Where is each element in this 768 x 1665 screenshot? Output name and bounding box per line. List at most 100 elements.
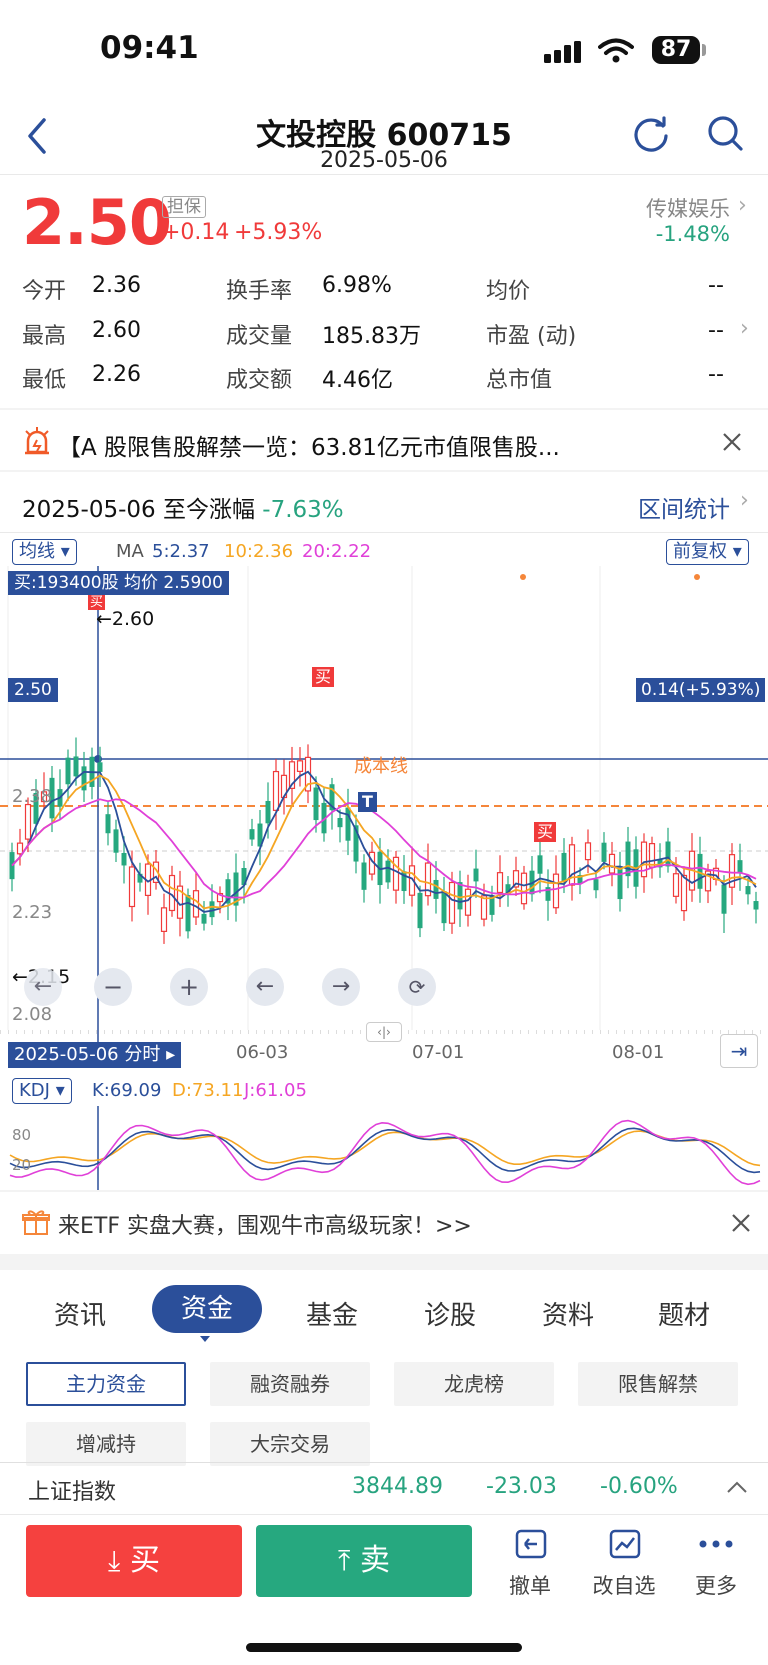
y-axis-label: 2.08: [12, 1004, 53, 1025]
cancel-order-icon: [515, 1529, 547, 1559]
refresh-icon[interactable]: [632, 116, 670, 154]
search-icon[interactable]: [706, 114, 746, 154]
candle-body: [296, 760, 304, 772]
event-dot: [694, 574, 700, 580]
buy-label: 买: [129, 1543, 160, 1578]
candle-body: [185, 895, 191, 932]
kdj-k-value: K:69.09: [92, 1080, 162, 1101]
sector-chevron-icon[interactable]: ›: [738, 193, 747, 218]
stat-label: 成交量: [226, 324, 293, 349]
candle-body: [457, 882, 463, 910]
zoom-out-button[interactable]: −: [94, 968, 132, 1006]
buy-icon: ⤓: [108, 1544, 121, 1577]
scroll-left-button[interactable]: ←: [246, 968, 284, 1006]
scroll-right-button[interactable]: →: [322, 968, 360, 1006]
cancel-order-button[interactable]: 撤单: [490, 1528, 570, 1600]
candle-body: [73, 756, 79, 777]
ma20-value: 20:2.22: [302, 541, 372, 562]
sell-label: 卖: [359, 1543, 390, 1578]
kdj-d-line: [9, 1130, 761, 1167]
ma-selector[interactable]: 均线 ▾: [12, 539, 77, 565]
signal-icon: [544, 41, 581, 63]
index-value: 3844.89: [352, 1474, 443, 1499]
price-tag-right: 0.14(+5.93%): [636, 678, 766, 702]
kdj-j-value: J:61.05: [244, 1080, 307, 1101]
candle-body: [121, 852, 127, 866]
tab-fund[interactable]: 基金: [306, 1295, 358, 1332]
buy-button[interactable]: ⤓ 买: [26, 1525, 242, 1597]
subtab-holdings-change[interactable]: 增减持: [26, 1422, 186, 1466]
buy-tag-marker[interactable]: 买: [312, 667, 335, 687]
subtab-lockup[interactable]: 限售解禁: [578, 1362, 738, 1406]
stat-label: 成交额: [226, 368, 293, 393]
t-tag-marker[interactable]: T: [358, 792, 377, 812]
stat-value: --: [708, 362, 724, 387]
edit-watchlist-icon: [609, 1529, 641, 1559]
stat-label: 均价: [486, 279, 531, 304]
interval-stats-link[interactable]: 区间统计: [638, 490, 730, 524]
subtab-block-trade[interactable]: 大宗交易: [210, 1422, 370, 1466]
stat-value: 2.26: [92, 362, 141, 387]
rotate-icon[interactable]: ⟳: [398, 968, 436, 1006]
tab-news[interactable]: 资讯: [54, 1295, 106, 1332]
candle-body: [345, 807, 351, 841]
candle-body: [361, 862, 367, 890]
edit-watchlist-button[interactable]: 改自选: [584, 1528, 664, 1600]
subtab-main-funds[interactable]: 主力资金: [26, 1362, 186, 1406]
cancel-order-label: 撤单: [509, 1574, 551, 1598]
adjust-selector[interactable]: 前复权 ▾: [666, 539, 749, 565]
jump-latest-button[interactable]: ⇥: [720, 1034, 758, 1068]
candle-body: [113, 829, 119, 853]
promo-text[interactable]: 来ETF 实盘大赛，围观牛市高级玩家！>>: [58, 1208, 472, 1240]
kdj-selector[interactable]: KDJ ▾: [12, 1078, 72, 1104]
interval-chevron-icon[interactable]: ›: [740, 488, 749, 513]
candle-body: [496, 872, 504, 894]
price-change-pct: +5.93%: [234, 220, 323, 245]
tab-funds[interactable]: 资金: [152, 1285, 262, 1333]
candle-body: [697, 853, 703, 889]
pe-chevron-icon[interactable]: ›: [740, 316, 749, 341]
x-axis-label: 07-01: [412, 1042, 465, 1063]
candle-body: [201, 913, 207, 924]
stat-value: 4.46亿: [322, 368, 393, 393]
kdj-chart[interactable]: [0, 1106, 768, 1190]
kdj-d-value: D:73.11: [172, 1080, 244, 1101]
index-pct: -0.60%: [600, 1474, 678, 1499]
candle-body: [561, 852, 567, 882]
zoom-in-button[interactable]: +: [170, 968, 208, 1006]
cost-line-label: 成本线: [354, 756, 408, 777]
candle-body: [9, 852, 15, 880]
tab-profile[interactable]: 资料: [542, 1295, 594, 1332]
subtab-margin[interactable]: 融资融券: [210, 1362, 370, 1406]
candle-body: [441, 891, 447, 924]
scroll-start-button[interactable]: ←: [24, 968, 62, 1006]
period-change: -7.63%: [262, 497, 344, 523]
ma5-value: 5:2.37: [152, 541, 210, 562]
ma10-value: 10:2.36: [224, 541, 294, 562]
tab-topics[interactable]: 题材: [658, 1295, 710, 1332]
sector-name[interactable]: 传媒娱乐: [646, 193, 730, 223]
index-name[interactable]: 上证指数: [28, 1474, 116, 1506]
subtab-dragon-tiger[interactable]: 龙虎榜: [394, 1362, 554, 1406]
close-icon[interactable]: [731, 1213, 751, 1233]
chevron-up-icon[interactable]: [726, 1480, 748, 1494]
more-dots-icon: [699, 1540, 733, 1548]
stat-value: 185.83万: [322, 324, 421, 349]
buy-info-tag: 买:193400股 均价 2.5900: [8, 571, 229, 595]
timeline-drag-handle[interactable]: ‹|›: [366, 1022, 402, 1042]
candle-body: [392, 856, 400, 891]
close-icon[interactable]: [722, 432, 742, 452]
sell-button[interactable]: ⤒ 卖: [256, 1525, 472, 1597]
candle-body: [16, 842, 24, 855]
notice-text[interactable]: 【A 股限售股解禁一览：63.81亿元市值限售股...: [58, 428, 560, 462]
tab-diagnosis[interactable]: 诊股: [424, 1295, 476, 1332]
high-marker: ←2.60: [96, 608, 155, 630]
more-button[interactable]: 更多: [676, 1528, 756, 1600]
intraday-date-badge[interactable]: 2025-05-06 分时 ▸: [8, 1042, 182, 1068]
candle-body: [617, 868, 623, 900]
sector-change: -1.48%: [655, 222, 730, 246]
buy-tag-marker[interactable]: 买: [534, 822, 557, 842]
event-dot: [520, 574, 526, 580]
adjust-selector-label: 前复权: [673, 541, 727, 562]
candle-body: [192, 890, 200, 918]
